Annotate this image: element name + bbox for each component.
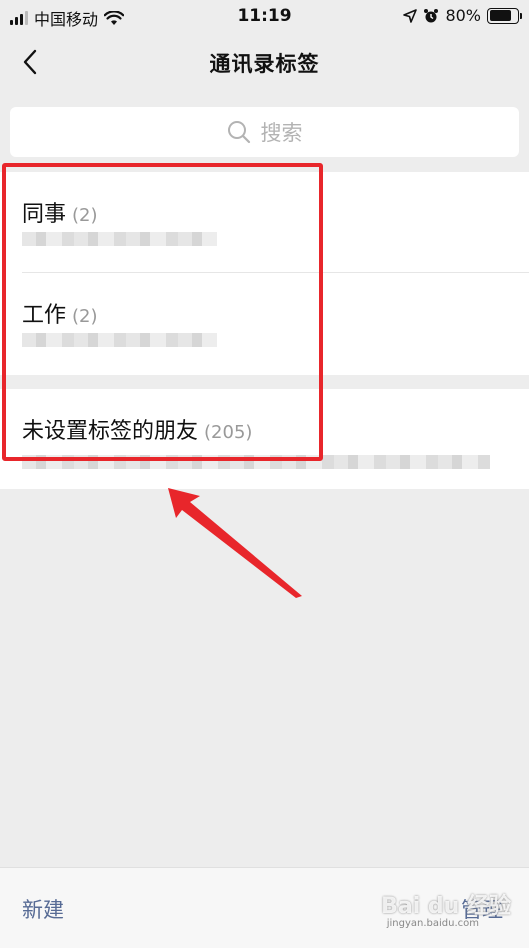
search-input[interactable]: 搜索 [10, 107, 519, 157]
status-bar: 中国移动 11:19 80% [0, 0, 529, 34]
watermark: Bai du 经验 [381, 894, 511, 919]
new-tag-button[interactable]: 新建 [22, 894, 64, 924]
annotation-arrow-icon [168, 488, 302, 598]
search-icon [227, 121, 250, 144]
battery-percent: 80% [445, 6, 481, 25]
battery-icon [487, 7, 522, 24]
bottom-bar: 新建 管理 Bai du 经验 jingyan.baidu.com [0, 867, 529, 948]
battery-fill [489, 10, 512, 21]
search-placeholder: 搜索 [260, 121, 303, 145]
status-right: 80% [403, 6, 522, 25]
page-title: 通讯录标签 [209, 52, 320, 76]
location-icon [403, 8, 418, 23]
nav-bar: 通讯录标签 [0, 34, 529, 90]
highlight-box [2, 163, 323, 461]
alarm-icon [424, 8, 439, 22]
watermark-sub: jingyan.baidu.com [386, 918, 479, 929]
